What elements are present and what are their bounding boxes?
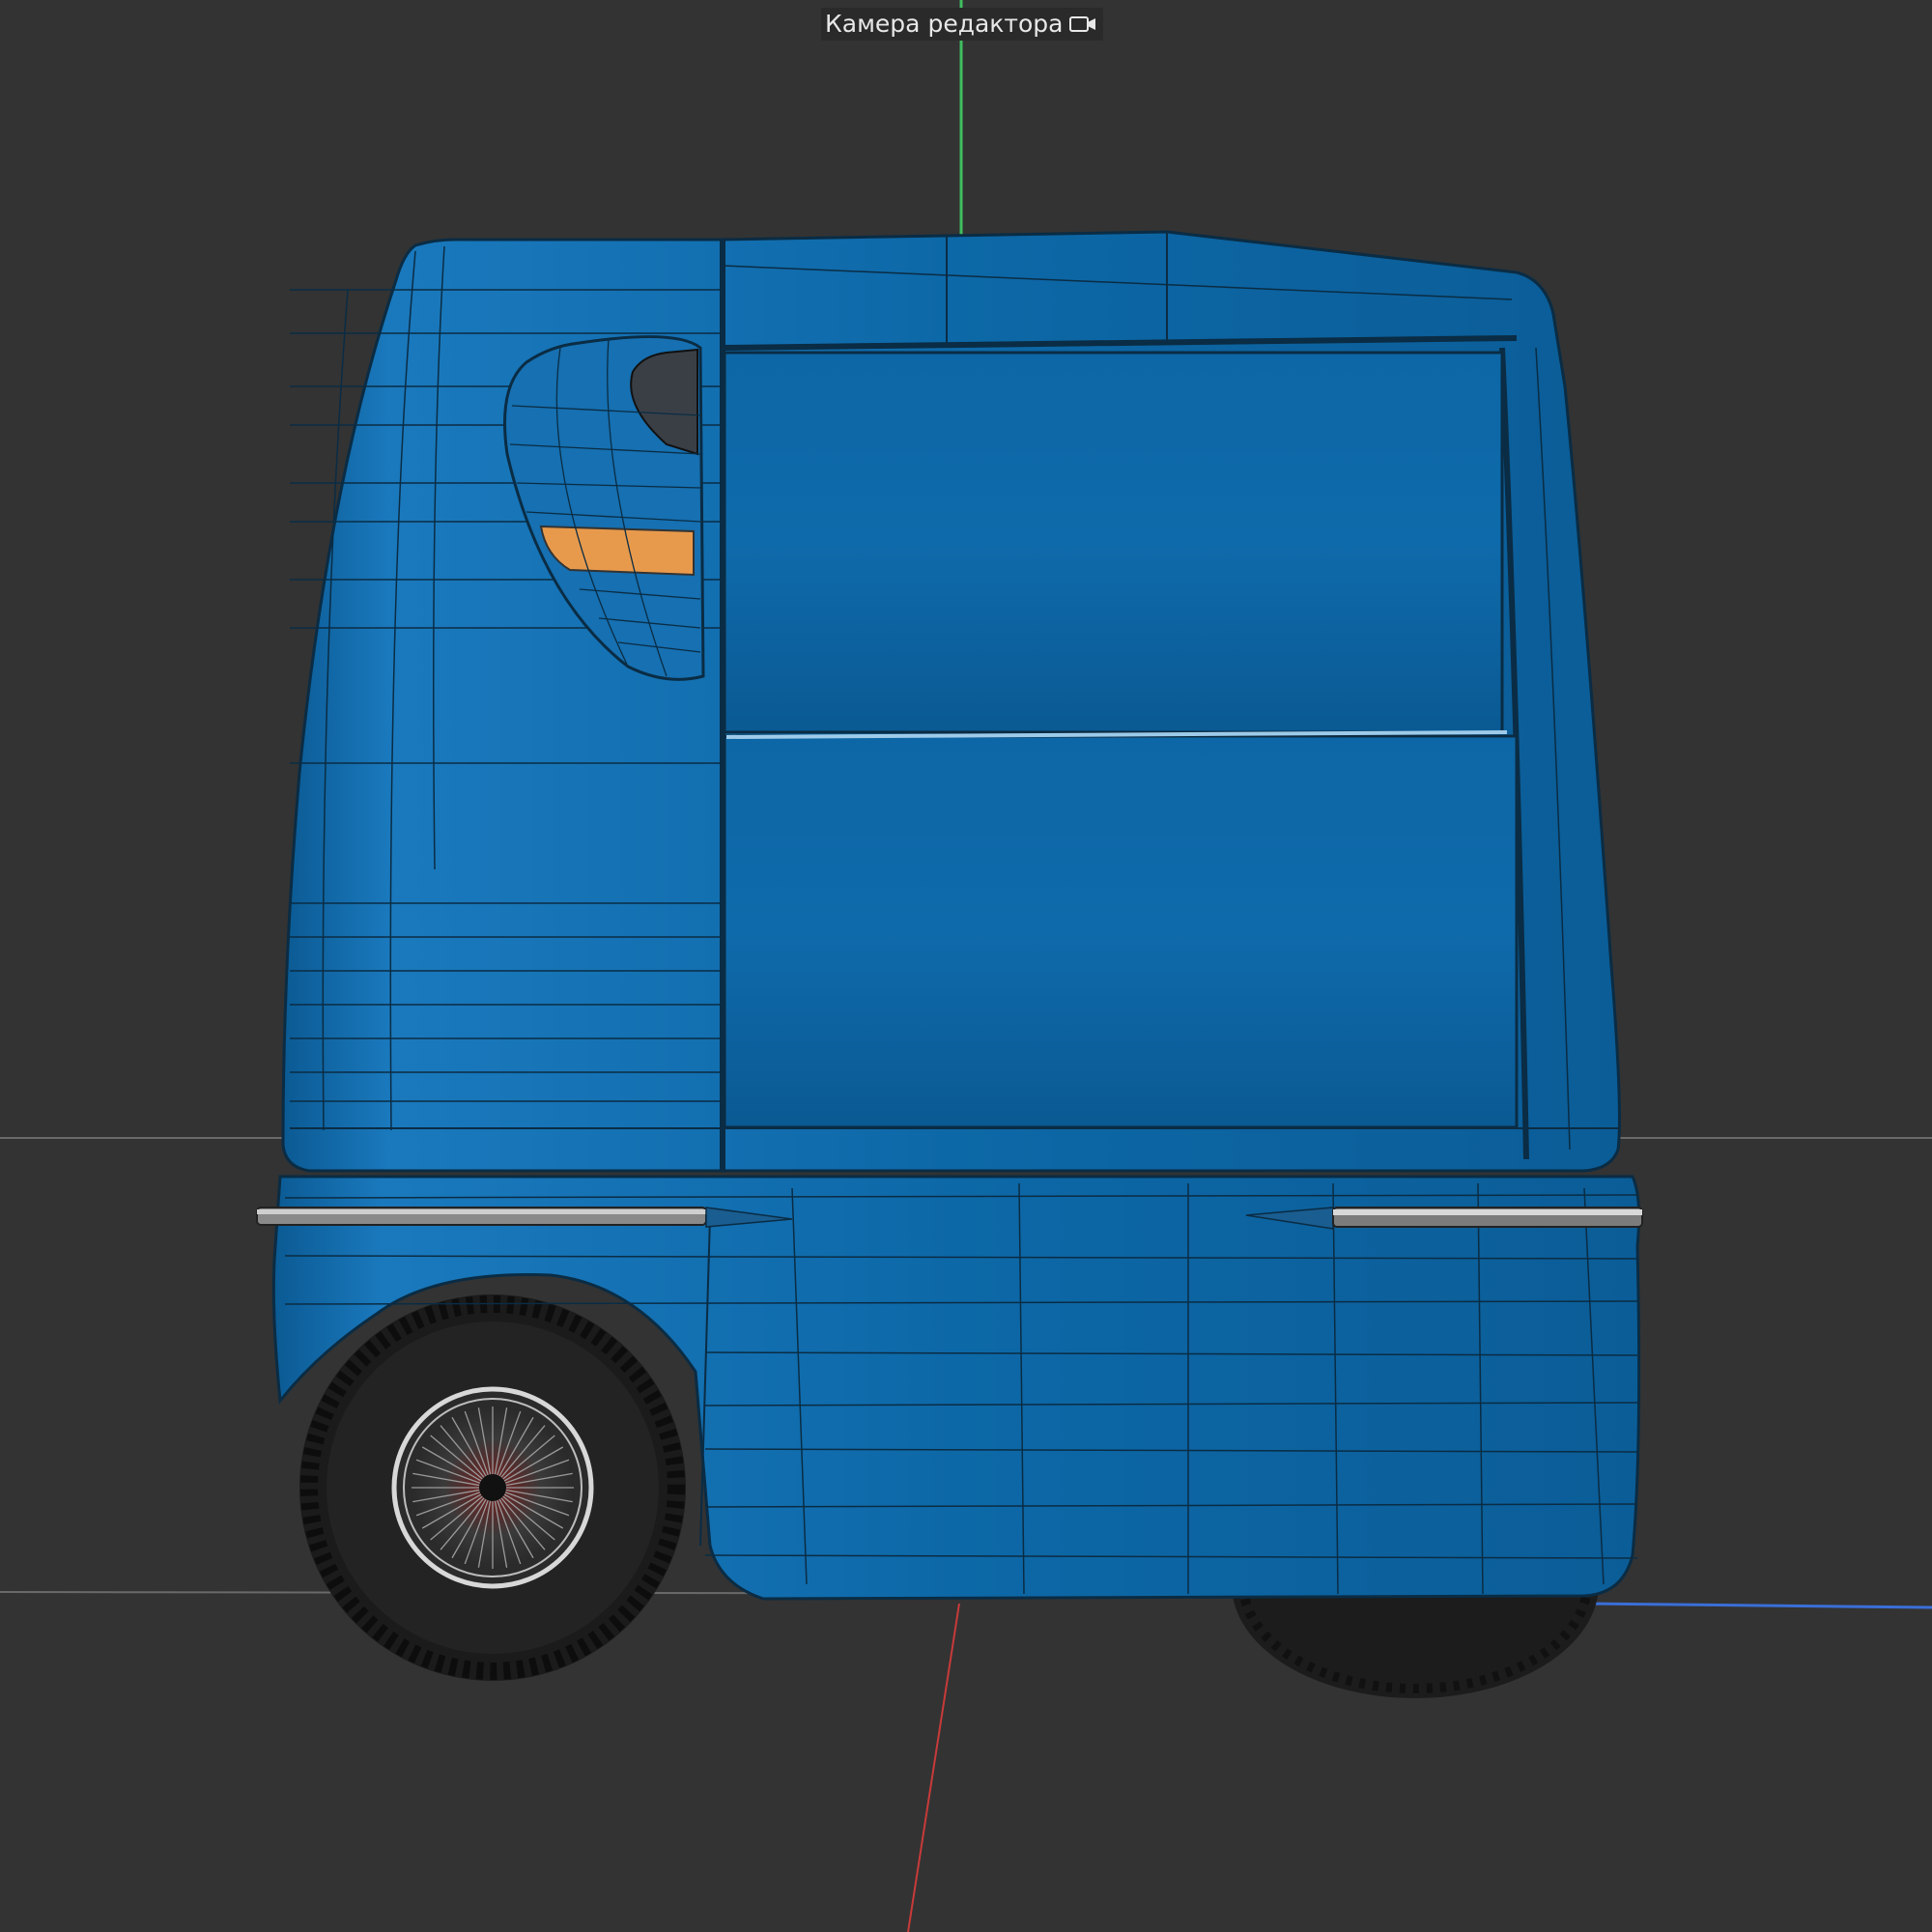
door-panel-upper[interactable]: [723, 351, 1504, 734]
side-rail-left: [256, 1207, 793, 1228]
camera-label[interactable]: Камера редактора: [821, 8, 1104, 41]
door-panel-lower[interactable]: [723, 734, 1519, 1129]
editor-viewport[interactable]: Камера редактора: [0, 0, 1932, 1932]
camera-icon: [1069, 16, 1096, 32]
cab-body[interactable]: [281, 230, 1621, 1173]
3d-scene[interactable]: [0, 0, 1932, 1932]
camera-label-text: Камера редактора: [825, 10, 1064, 38]
front-wheel[interactable]: [299, 1294, 686, 1681]
z-axis-line: [1583, 1602, 1932, 1609]
x-axis-line: [907, 1603, 960, 1932]
